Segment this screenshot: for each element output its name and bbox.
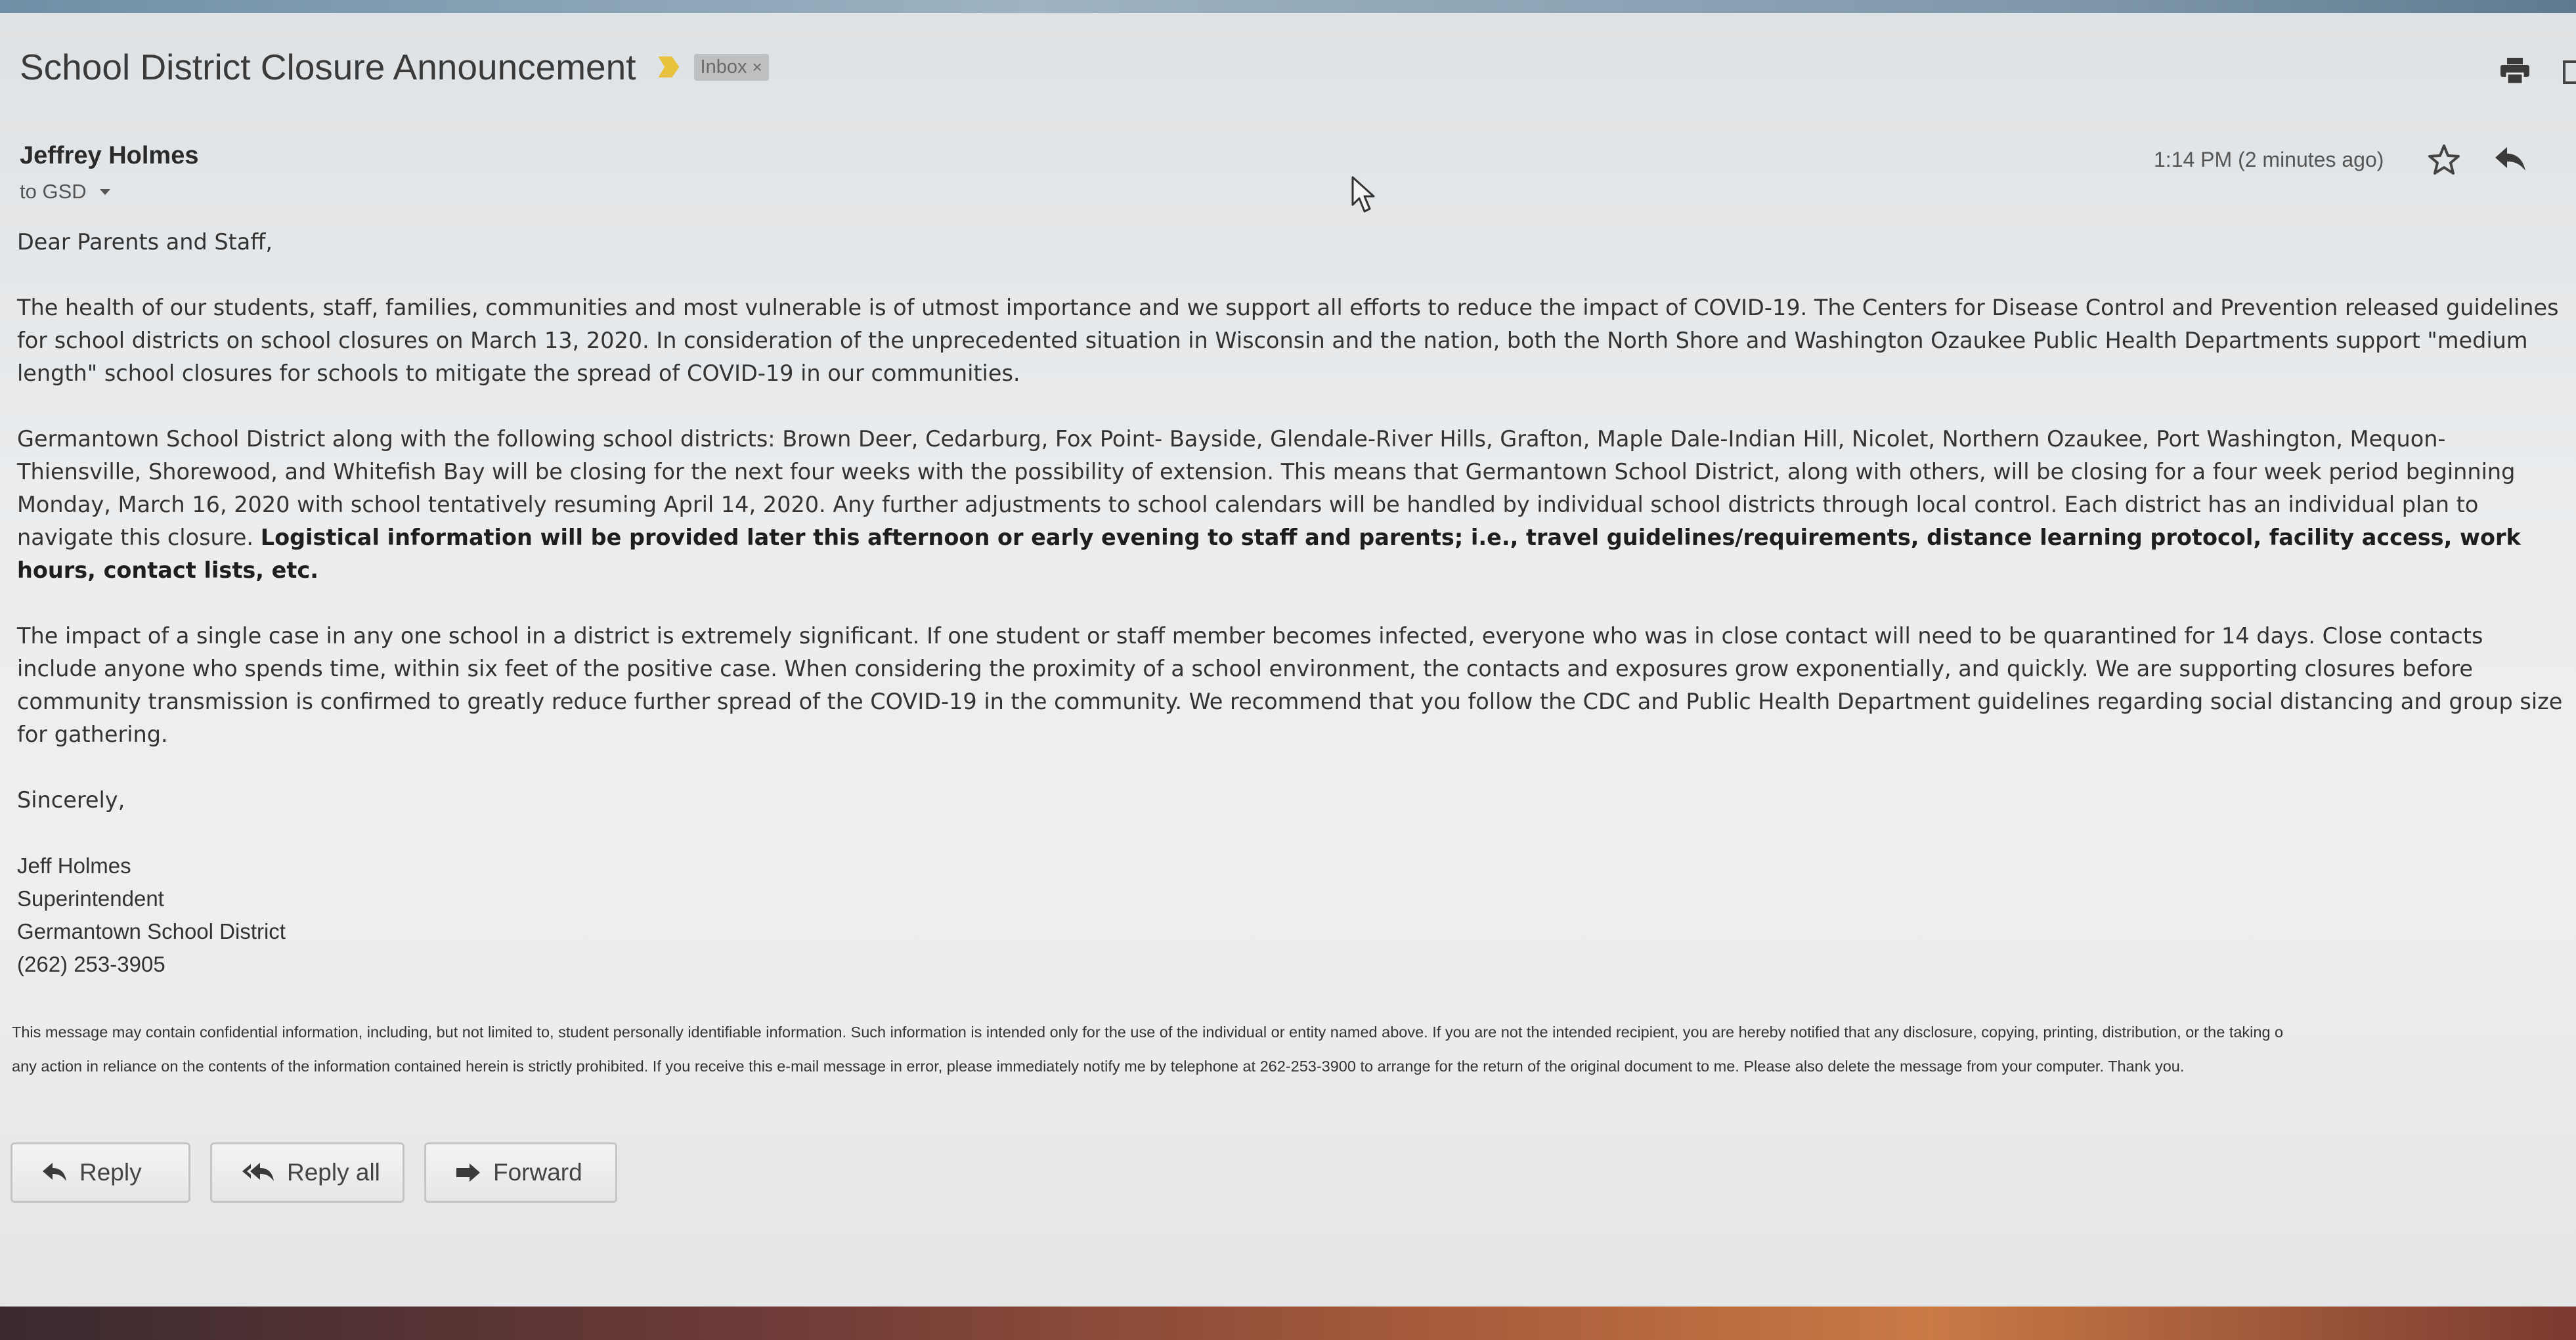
paragraph-2: Germantown School District along with th… [17, 423, 2565, 587]
disclaimer-line-1: This message may contain confidential in… [12, 1024, 2284, 1041]
greeting: Dear Parents and Staff, [17, 229, 273, 255]
signature-name: Jeff Holmes [17, 854, 131, 878]
subject-row: School District Closure Announcement Inb… [20, 46, 769, 88]
new-window-icon[interactable] [2563, 60, 2576, 84]
print-icon[interactable] [2500, 58, 2529, 84]
monitor-top-edge [0, 0, 2576, 13]
forward-icon [456, 1163, 480, 1182]
signoff: Sincerely, [17, 787, 125, 813]
star-icon[interactable] [2427, 143, 2461, 177]
paragraph-1: The health of our students, staff, famil… [17, 295, 2559, 386]
email-subject: School District Closure Announcement [20, 47, 636, 87]
reply-label: Reply [79, 1159, 142, 1186]
chevron-down-icon[interactable] [99, 188, 110, 195]
mouse-cursor-icon [1351, 176, 1375, 213]
paragraph-3: The impact of a single case in any one s… [17, 623, 2563, 747]
sender-name[interactable]: Jeffrey Holmes [20, 142, 198, 170]
reply-button[interactable]: Reply [11, 1142, 190, 1203]
reply-icon[interactable] [2493, 144, 2527, 175]
forward-label: Forward [493, 1159, 582, 1186]
recipient-text: to GSD [20, 180, 87, 203]
importance-marker-icon[interactable] [658, 56, 680, 77]
monitor-bottom-edge [0, 1307, 2576, 1340]
remove-label-icon[interactable]: × [752, 57, 762, 77]
reply-icon [43, 1163, 66, 1181]
signature-organization: Germantown School District [17, 919, 286, 943]
message-body: Dear Parents and Staff, The health of ou… [17, 226, 2565, 981]
signature-title: Superintendent [17, 886, 164, 911]
recipient-line[interactable]: to GSD [20, 180, 110, 204]
timestamp: 1:14 PM (2 minutes ago) [2154, 148, 2384, 171]
signature-phone: (262) 253-3905 [17, 952, 165, 976]
reply-all-icon [242, 1163, 274, 1181]
forward-button[interactable]: Forward [424, 1142, 617, 1203]
inbox-label-chip[interactable]: Inbox × [693, 53, 769, 81]
reply-all-label: Reply all [287, 1159, 380, 1186]
inbox-label-text: Inbox [700, 56, 747, 77]
reply-all-button[interactable]: Reply all [210, 1142, 404, 1203]
paragraph-2-bold: Logistical information will be provided … [17, 525, 2521, 583]
signature-block: Jeff Holmes Superintendent Germantown Sc… [17, 850, 2565, 981]
disclaimer-line-2: any action in reliance on the contents o… [12, 1058, 2185, 1075]
confidentiality-disclaimer: This message may contain confidential in… [12, 1015, 2573, 1083]
